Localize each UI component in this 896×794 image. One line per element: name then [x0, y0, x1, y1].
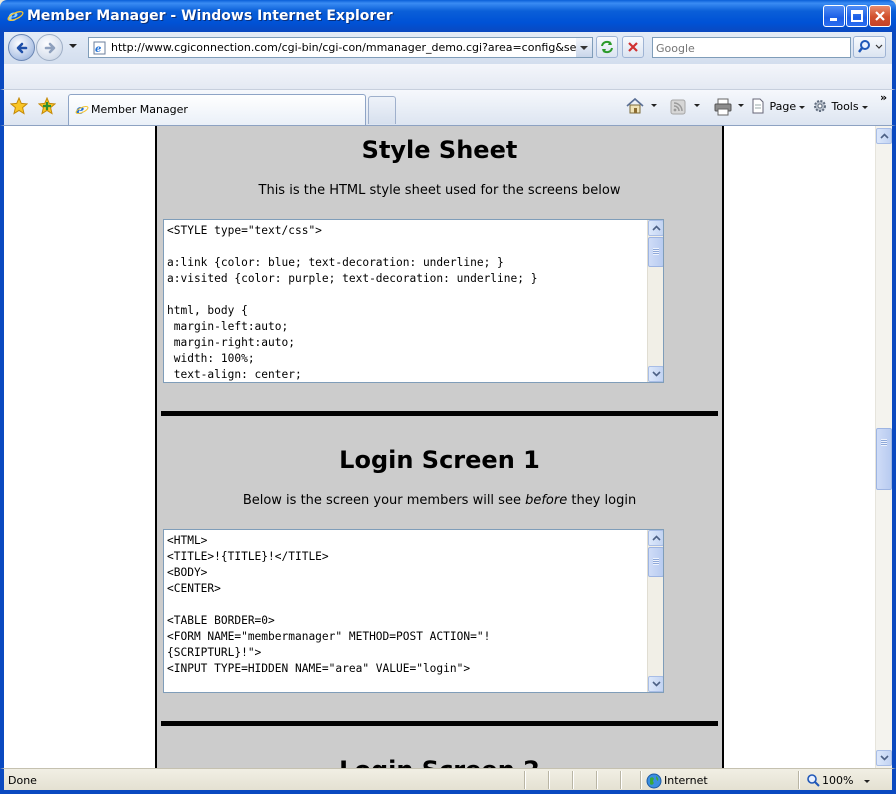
maximize-icon — [851, 10, 863, 22]
chevron-down-icon — [652, 371, 661, 377]
tab-bar: e Member Manager Page Tools » — [0, 90, 896, 126]
new-tab-button[interactable] — [368, 96, 396, 124]
feeds-dropdown[interactable] — [691, 98, 700, 118]
stop-button[interactable] — [622, 36, 644, 58]
address-field[interactable]: e http://www.cgiconnection.com/cgi-bin/c… — [88, 37, 581, 58]
tab-label: Member Manager — [91, 103, 188, 116]
section-title-login-screen-1: Login Screen 1 — [339, 446, 540, 474]
status-text: Done — [8, 774, 37, 787]
internet-explorer-icon: e — [7, 7, 24, 24]
links-toolbar — [0, 64, 896, 90]
search-icon — [858, 40, 883, 53]
recent-pages-dropdown[interactable] — [69, 44, 77, 48]
textarea-scrollbar[interactable] — [647, 220, 663, 382]
description-text: Below is the screen your members will se… — [242, 493, 526, 508]
status-separator — [620, 771, 621, 789]
page-icon: e — [93, 41, 106, 55]
tools-menu-label: Tools — [831, 100, 859, 113]
chevron-down-icon — [880, 755, 889, 761]
search-field[interactable] — [652, 37, 851, 58]
forward-arrow-icon — [44, 42, 56, 54]
section-divider — [161, 721, 718, 726]
title-bar[interactable]: e Member Manager - Windows Internet Expl… — [0, 0, 896, 32]
url-text[interactable]: http://www.cgiconnection.com/cgi-bin/cgi… — [111, 41, 581, 54]
page-column: Style Sheet This is the HTML style sheet… — [155, 126, 724, 768]
status-separator — [798, 771, 799, 789]
favorites-star-icon[interactable] — [10, 97, 28, 115]
print-icon[interactable] — [713, 98, 733, 116]
section-title-style-sheet: Style Sheet — [361, 136, 518, 164]
back-button[interactable] — [8, 34, 35, 61]
page-scroll-thumb[interactable] — [876, 428, 892, 490]
address-toolbar: e http://www.cgiconnection.com/cgi-bin/c… — [0, 32, 896, 64]
status-bar: Done Internet 100% — [0, 768, 896, 794]
globe-icon — [646, 773, 662, 789]
page-icon: e — [75, 103, 89, 116]
chevron-up-icon — [652, 535, 661, 541]
status-separator — [596, 771, 597, 789]
login-screen-1-code[interactable]: <HTML> <TITLE>!{TITLE}!</TITLE> <BODY> <… — [167, 533, 490, 677]
maximize-button[interactable] — [846, 5, 868, 27]
status-separator — [572, 771, 573, 789]
scroll-up-button[interactable] — [648, 530, 663, 546]
textarea-scrollbar[interactable] — [647, 530, 663, 692]
close-button[interactable] — [869, 5, 891, 27]
page-scroll-up-button[interactable] — [876, 128, 892, 144]
zoom-level[interactable]: 100% — [822, 774, 853, 787]
address-dropdown-button[interactable] — [576, 37, 593, 58]
search-input[interactable] — [656, 39, 846, 57]
section-description-style-sheet: This is the HTML style sheet used for th… — [258, 183, 621, 198]
scroll-thumb[interactable] — [648, 547, 663, 577]
page-menu-label: Page — [769, 100, 797, 113]
section-title-login-screen-2: Login Screen 2 — [157, 756, 722, 768]
scroll-down-button[interactable] — [648, 676, 663, 692]
zoom-icon — [807, 774, 820, 787]
status-separator — [548, 771, 549, 789]
security-zone[interactable]: Internet — [664, 774, 708, 787]
login-screen-1-textarea[interactable]: <HTML> <TITLE>!{TITLE}!</TITLE> <BODY> <… — [163, 529, 664, 693]
minimize-button[interactable] — [823, 5, 845, 27]
chevron-up-icon — [880, 133, 889, 139]
gear-icon — [814, 100, 826, 112]
section-divider — [161, 411, 718, 416]
close-icon — [875, 11, 885, 21]
print-dropdown[interactable] — [735, 98, 744, 118]
stop-icon — [628, 42, 638, 52]
page-content: Style Sheet This is the HTML style sheet… — [0, 126, 896, 768]
chevron-up-icon — [652, 225, 661, 231]
window-title: Member Manager - Windows Internet Explor… — [27, 8, 393, 24]
search-button[interactable] — [853, 36, 886, 58]
tab-member-manager[interactable]: e Member Manager — [68, 94, 366, 125]
chevron-more-icon[interactable]: » — [880, 91, 887, 104]
description-emphasis: before — [525, 493, 568, 508]
style-sheet-code[interactable]: <STYLE type="text/css"> a:link {color: b… — [167, 223, 537, 382]
minimize-icon — [830, 18, 837, 21]
scroll-down-button[interactable] — [648, 366, 663, 382]
refresh-icon — [601, 40, 613, 54]
back-arrow-icon — [16, 42, 28, 54]
refresh-button[interactable] — [596, 36, 618, 58]
home-icon[interactable] — [625, 97, 645, 115]
scroll-thumb[interactable] — [648, 237, 663, 267]
page-menu-icon — [752, 98, 764, 114]
section-description-login-screen-1: Below is the screen your members will se… — [157, 493, 722, 508]
forward-button[interactable] — [36, 34, 63, 61]
tools-menu[interactable]: Tools — [812, 98, 868, 118]
home-dropdown[interactable] — [648, 98, 657, 118]
page-menu[interactable]: Page — [750, 98, 806, 118]
chevron-down-icon — [652, 681, 661, 687]
status-separator — [640, 771, 641, 789]
svg-text:e: e — [95, 44, 101, 55]
page-scroll-down-button[interactable] — [876, 750, 892, 766]
feeds-icon[interactable] — [670, 99, 686, 115]
add-favorites-icon[interactable] — [38, 97, 56, 115]
page-scrollbar[interactable] — [875, 126, 892, 768]
status-separator — [524, 771, 525, 789]
style-sheet-textarea[interactable]: <STYLE type="text/css"> a:link {color: b… — [163, 219, 664, 383]
zoom-dropdown[interactable] — [864, 780, 870, 783]
scroll-up-button[interactable] — [648, 220, 663, 236]
description-text: they login — [567, 493, 637, 508]
